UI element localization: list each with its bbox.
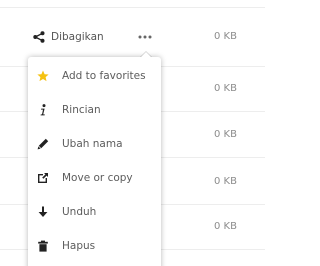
download-icon bbox=[37, 206, 49, 218]
menu-item-label: Move or copy bbox=[62, 172, 133, 184]
menu-item-label: Hapus bbox=[62, 240, 96, 252]
menu-item-delete[interactable]: Hapus bbox=[28, 229, 161, 263]
menu-arrow-fill bbox=[141, 52, 151, 57]
menu-item-label: Add to favorites bbox=[62, 70, 146, 82]
pencil-icon bbox=[37, 138, 49, 150]
file-actions-menu: Add to favorites Rincian Ubah nama Move … bbox=[28, 57, 161, 266]
file-size: 0 KB bbox=[214, 221, 237, 232]
row-divider bbox=[0, 7, 265, 8]
menu-item-move-or-copy[interactable]: Move or copy bbox=[28, 161, 161, 195]
menu-item-label: Unduh bbox=[62, 206, 97, 218]
file-size: 0 KB bbox=[214, 176, 237, 187]
file-size: 0 KB bbox=[214, 83, 237, 94]
menu-item-label: Rincian bbox=[62, 104, 101, 116]
file-size: 0 KB bbox=[214, 129, 237, 140]
menu-item-rename[interactable]: Ubah nama bbox=[28, 127, 161, 161]
menu-item-details[interactable]: Rincian bbox=[28, 93, 161, 127]
file-size: 0 KB bbox=[214, 31, 237, 42]
share-icon bbox=[33, 31, 45, 43]
share-label: Dibagikan bbox=[51, 31, 104, 43]
external-link-icon bbox=[37, 172, 49, 184]
trash-icon bbox=[37, 240, 49, 252]
star-icon bbox=[37, 70, 49, 82]
share-button[interactable]: Dibagikan bbox=[33, 29, 104, 45]
files-list: Dibagikan 0 KB 0 KB 0 KB 0 KB 0 KB Add t… bbox=[0, 0, 265, 266]
more-actions-button[interactable] bbox=[134, 30, 156, 44]
info-icon bbox=[37, 104, 49, 116]
menu-item-add-to-favorites[interactable]: Add to favorites bbox=[28, 59, 161, 93]
more-icon bbox=[138, 35, 152, 39]
menu-item-label: Ubah nama bbox=[62, 138, 123, 150]
menu-item-download[interactable]: Unduh bbox=[28, 195, 161, 229]
